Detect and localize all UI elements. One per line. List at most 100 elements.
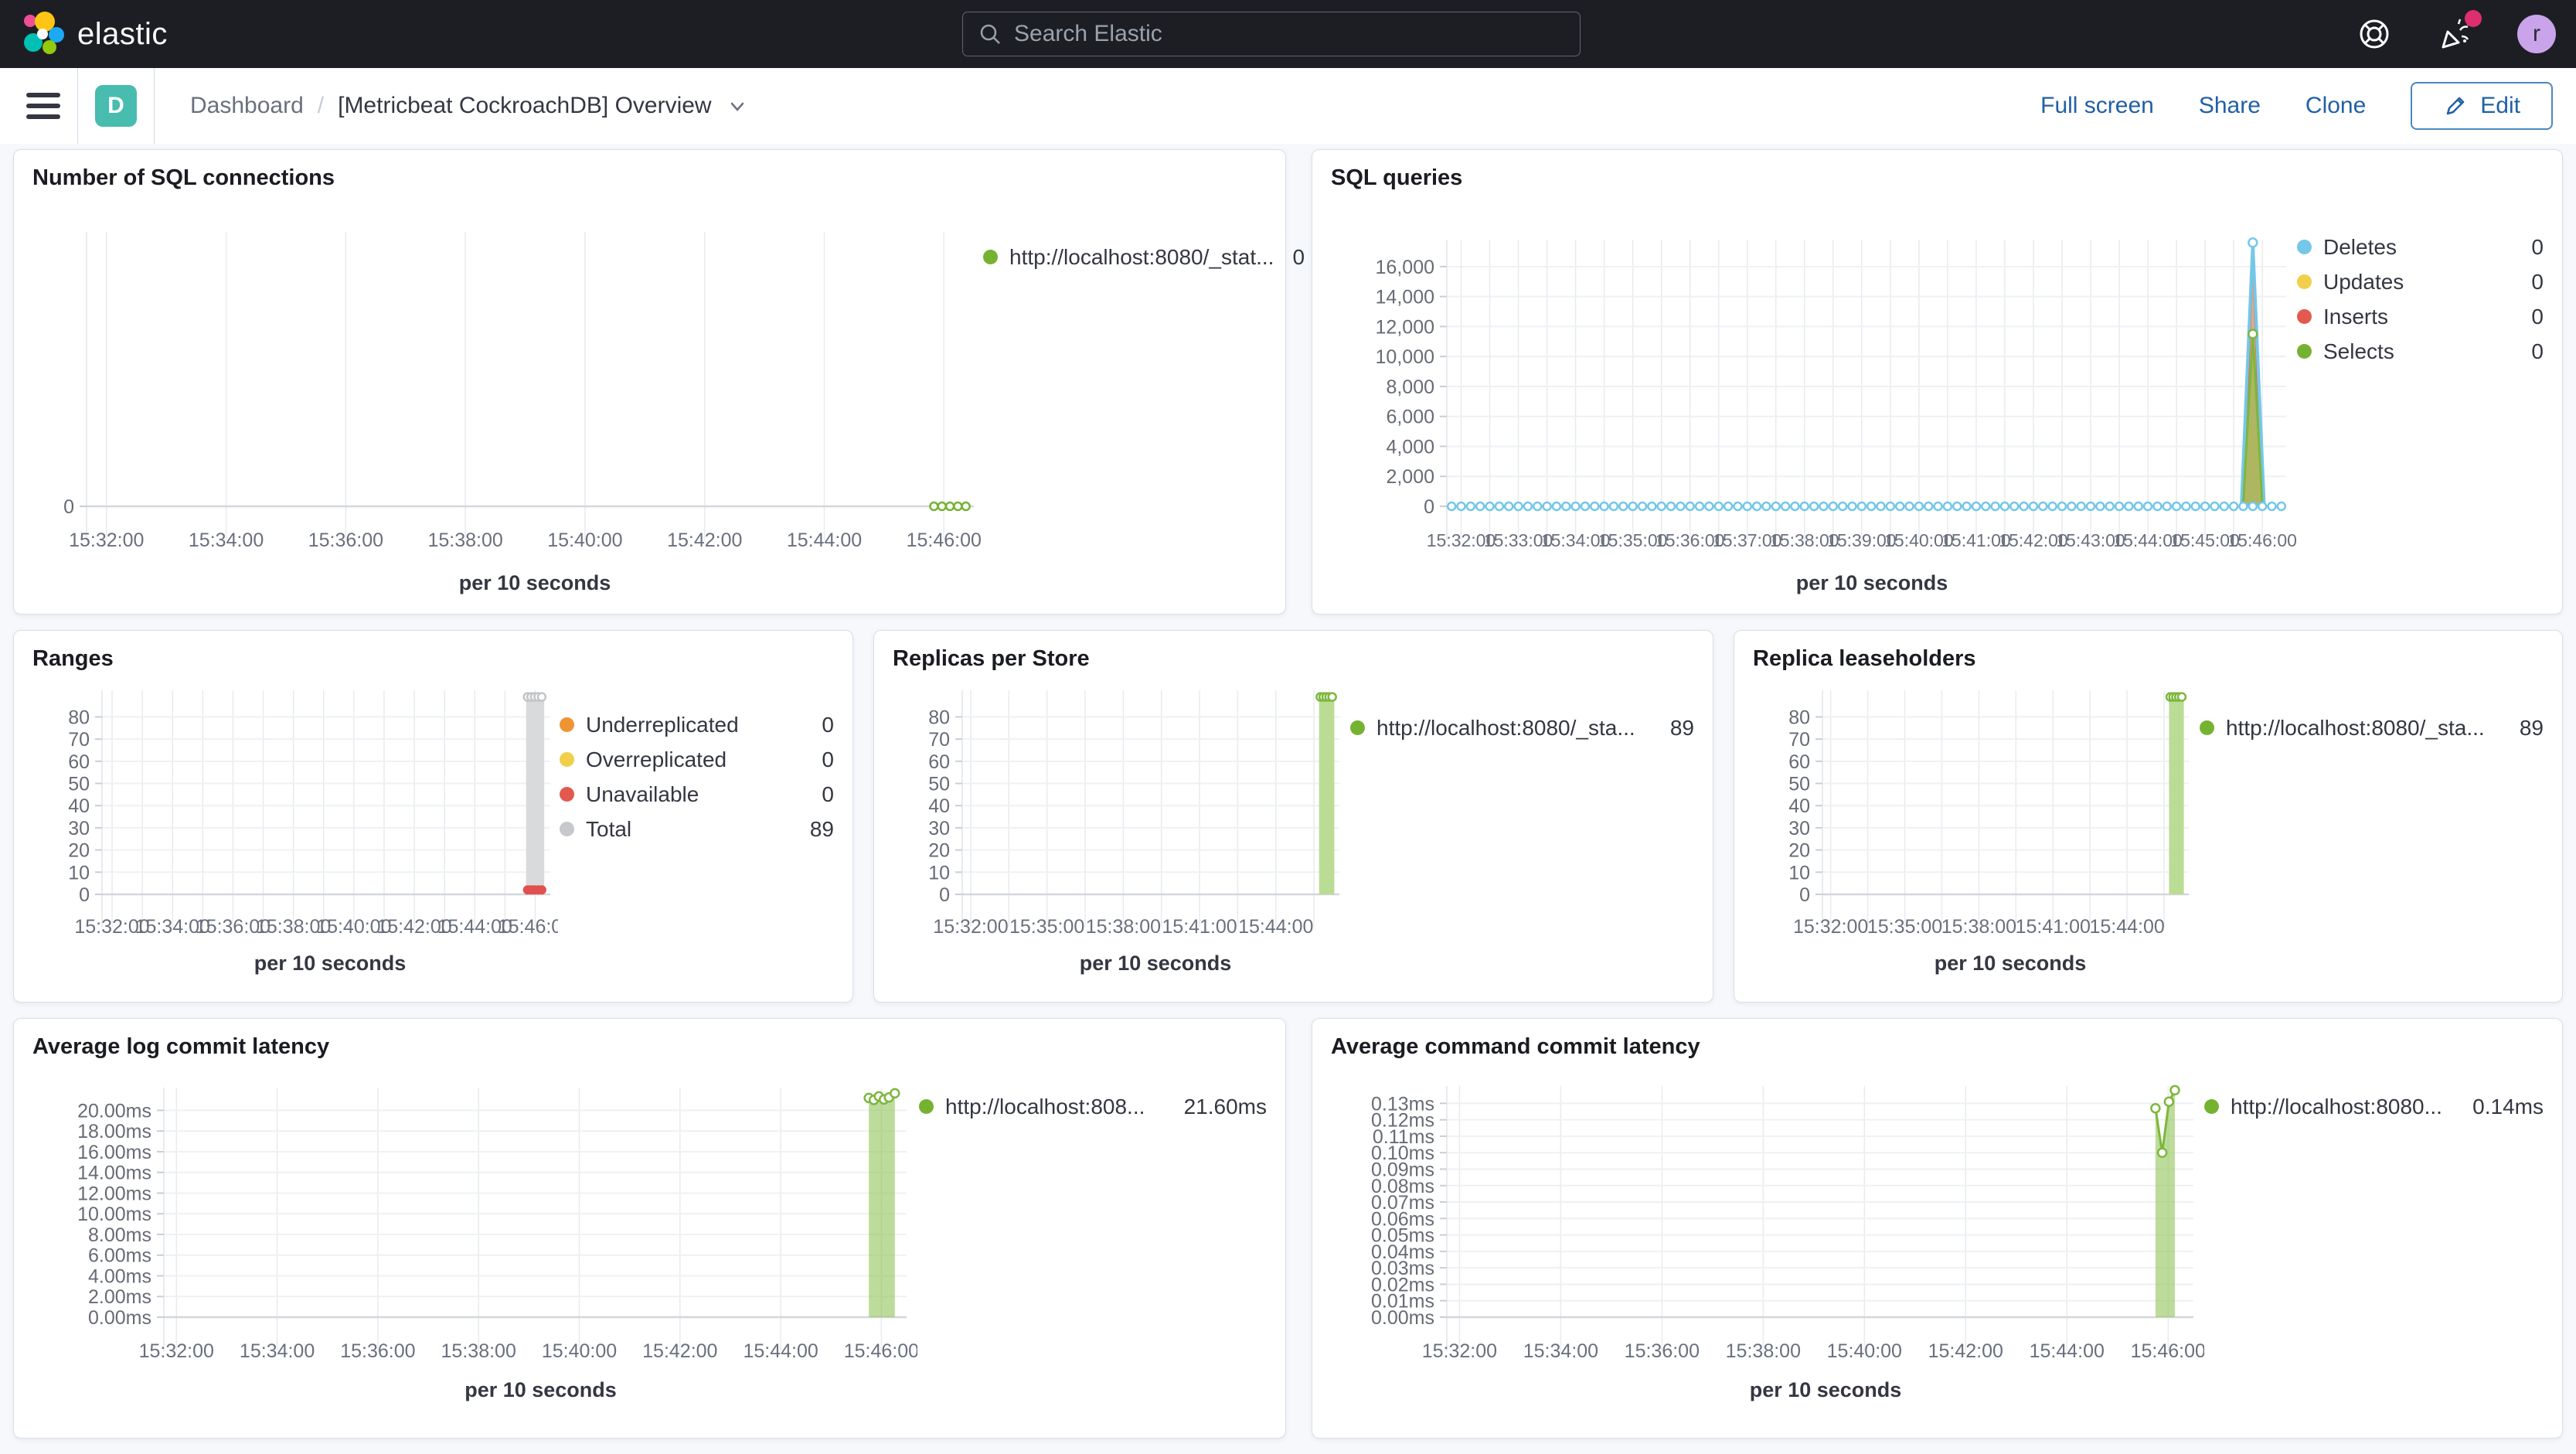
- chart-command-commit-latency[interactable]: 0.00ms0.01ms0.02ms0.03ms0.04ms0.05ms0.06…: [1331, 1066, 2204, 1375]
- chart-replica-leaseholders[interactable]: 01020304050607080 15:32:0015:35:0015:38:0…: [1753, 678, 2198, 948]
- svg-text:15:38:00: 15:38:00: [1941, 916, 2016, 938]
- breadcrumb-separator: /: [317, 93, 325, 118]
- chart-replicas-per-store[interactable]: 01020304050607080 15:32:00 15:35:00 15:38:0…: [893, 678, 1349, 948]
- breadcrumb-dashboard-link[interactable]: Dashboard: [190, 93, 304, 119]
- panel-ranges: Ranges 0 10 20 30 40 50 60 70 80 15:32:00 15:34:00…: [13, 630, 853, 1003]
- svg-text:0: 0: [63, 496, 74, 518]
- share-button[interactable]: Share: [2199, 93, 2261, 119]
- legend-dot-icon: [560, 752, 574, 767]
- svg-text:15:42:00: 15:42:00: [667, 530, 742, 551]
- svg-text:0: 0: [1799, 884, 1810, 906]
- user-avatar[interactable]: r: [2517, 15, 2556, 53]
- svg-text:15:44:00: 15:44:00: [2030, 1340, 2105, 1362]
- elastic-brand[interactable]: elastic: [0, 12, 252, 56]
- svg-text:15:32:00: 15:32:00: [69, 530, 144, 551]
- svg-text:20.00ms: 20.00ms: [77, 1100, 151, 1122]
- svg-text:2.00ms: 2.00ms: [88, 1286, 151, 1308]
- svg-text:18.00ms: 18.00ms: [77, 1121, 151, 1142]
- svg-text:30: 30: [928, 818, 950, 839]
- search-icon: [980, 24, 1000, 44]
- legend-item[interactable]: http://localhost:8080... 0.14ms: [2204, 1089, 2544, 1124]
- legend-item[interactable]: http://localhost:8080/_stat... 0: [983, 240, 1305, 274]
- svg-text:12.00ms: 12.00ms: [77, 1183, 151, 1204]
- legend-dot-icon: [560, 787, 574, 802]
- svg-text:15:34:00: 15:34:00: [1523, 1340, 1598, 1362]
- legend-item[interactable]: Overreplicated 0: [560, 742, 834, 777]
- svg-text:15:34:00: 15:34:00: [240, 1340, 315, 1362]
- legend-item[interactable]: Deletes 0: [2297, 230, 2544, 264]
- edit-button[interactable]: Edit: [2411, 82, 2553, 130]
- svg-text:15:46:00: 15:46:00: [844, 1340, 917, 1362]
- svg-text:20: 20: [68, 840, 90, 862]
- legend-item[interactable]: Unavailable 0: [560, 777, 834, 812]
- avatar-initial: r: [2533, 21, 2540, 46]
- legend-dot-icon: [560, 822, 574, 836]
- legend-item[interactable]: Total 89: [560, 812, 834, 846]
- svg-text:15:41:00: 15:41:00: [1162, 916, 1237, 938]
- news-button[interactable]: [2435, 10, 2482, 55]
- svg-text:80: 80: [68, 707, 90, 728]
- svg-text:15:40:00: 15:40:00: [547, 530, 622, 551]
- svg-text:2,000: 2,000: [1386, 466, 1434, 488]
- x-axis-title: per 10 seconds: [1079, 952, 1232, 975]
- legend-item[interactable]: http://localhost:8080/_sta... 89: [2200, 710, 2544, 745]
- legend-item[interactable]: Updates 0: [2297, 264, 2544, 299]
- svg-text:6.00ms: 6.00ms: [88, 1245, 151, 1267]
- chart-sql-connections[interactable]: 0 15:32:00 15:34:00 15:36:00 15:38:00 15:40:0…: [32, 197, 983, 568]
- legend: Underreplicated 0 Overreplicated 0 Unava…: [560, 678, 834, 846]
- x-axis-title: per 10 seconds: [254, 952, 407, 975]
- svg-text:15:35:00: 15:35:00: [1867, 916, 1942, 938]
- legend-item[interactable]: Underreplicated 0: [560, 707, 834, 742]
- svg-text:15:32:00: 15:32:00: [1793, 916, 1868, 938]
- panel-replicas-per-store: Replicas per Store 0 10 20 30 40 50 60 70 80 15:3…: [873, 630, 1713, 1003]
- svg-text:0.13ms: 0.13ms: [1371, 1093, 1434, 1115]
- svg-text:10: 10: [928, 862, 950, 884]
- svg-text:15:32:00: 15:32:00: [1422, 1340, 1497, 1362]
- svg-text:15:42:00: 15:42:00: [642, 1340, 717, 1362]
- legend: http://localhost:8080/_sta... 89: [1350, 678, 1694, 745]
- svg-text:14,000: 14,000: [1376, 287, 1434, 308]
- svg-text:15:40:00: 15:40:00: [1827, 1340, 1902, 1362]
- chart-sql-queries[interactable]: 0 2,000 4,000 6,000 8,000 10,000 12,000 14,000 1…: [1331, 197, 2297, 568]
- svg-text:15:35:00: 15:35:00: [1009, 916, 1084, 938]
- clone-button[interactable]: Clone: [2305, 93, 2366, 119]
- svg-text:15:36:00: 15:36:00: [1625, 1340, 1700, 1362]
- svg-text:15:42:00: 15:42:00: [1928, 1340, 2003, 1362]
- svg-text:15:46:00: 15:46:00: [907, 530, 982, 551]
- full-screen-button[interactable]: Full screen: [2040, 93, 2154, 119]
- global-search-input[interactable]: Search Elastic: [962, 12, 1581, 56]
- breadcrumb: Dashboard / [Metricbeat CockroachDB] Ove…: [190, 93, 749, 119]
- dashboard-app-icon[interactable]: D: [95, 85, 137, 127]
- chart-ranges[interactable]: 0102030405060708015:32:0015:34:0015:36:0…: [32, 678, 558, 948]
- svg-text:70: 70: [928, 729, 950, 751]
- svg-text:10: 10: [68, 862, 90, 884]
- legend-item[interactable]: Selects 0: [2297, 334, 2544, 369]
- legend-item[interactable]: http://localhost:8080/_sta... 89: [1350, 710, 1694, 745]
- divider: [154, 68, 155, 144]
- svg-text:70: 70: [1788, 729, 1810, 751]
- chevron-down-icon[interactable]: [726, 94, 749, 117]
- svg-text:15:38:00: 15:38:00: [427, 530, 502, 551]
- svg-text:16.00ms: 16.00ms: [77, 1142, 151, 1163]
- legend: http://localhost:8080/_stat... 0: [983, 197, 1305, 274]
- svg-text:40: 40: [928, 795, 950, 817]
- svg-text:15:46:00: 15:46:00: [2131, 1340, 2204, 1362]
- legend-dot-icon: [2297, 274, 2312, 289]
- svg-text:50: 50: [1788, 774, 1810, 795]
- search-placeholder: Search Elastic: [1014, 21, 1162, 46]
- menu-button[interactable]: [26, 93, 60, 119]
- elastic-logo-icon: [24, 12, 64, 54]
- legend-item[interactable]: Inserts 0: [2297, 299, 2544, 334]
- help-button[interactable]: [2353, 13, 2395, 55]
- page-title: [Metricbeat CockroachDB] Overview: [338, 93, 712, 118]
- legend-item[interactable]: http://localhost:808... 21.60ms: [919, 1089, 1267, 1124]
- svg-text:60: 60: [928, 751, 950, 773]
- svg-text:4,000: 4,000: [1386, 436, 1434, 458]
- chart-log-commit-latency[interactable]: 0.00ms2.00ms4.00ms6.00ms8.00ms10.00ms12.…: [32, 1066, 917, 1375]
- svg-text:30: 30: [68, 818, 90, 839]
- divider: [77, 68, 78, 144]
- help-life-ring-icon: [2360, 19, 2389, 49]
- svg-text:15:38:00: 15:38:00: [1086, 916, 1161, 938]
- svg-text:20: 20: [1788, 840, 1810, 862]
- panel-title: Average log commit latency: [32, 1034, 330, 1059]
